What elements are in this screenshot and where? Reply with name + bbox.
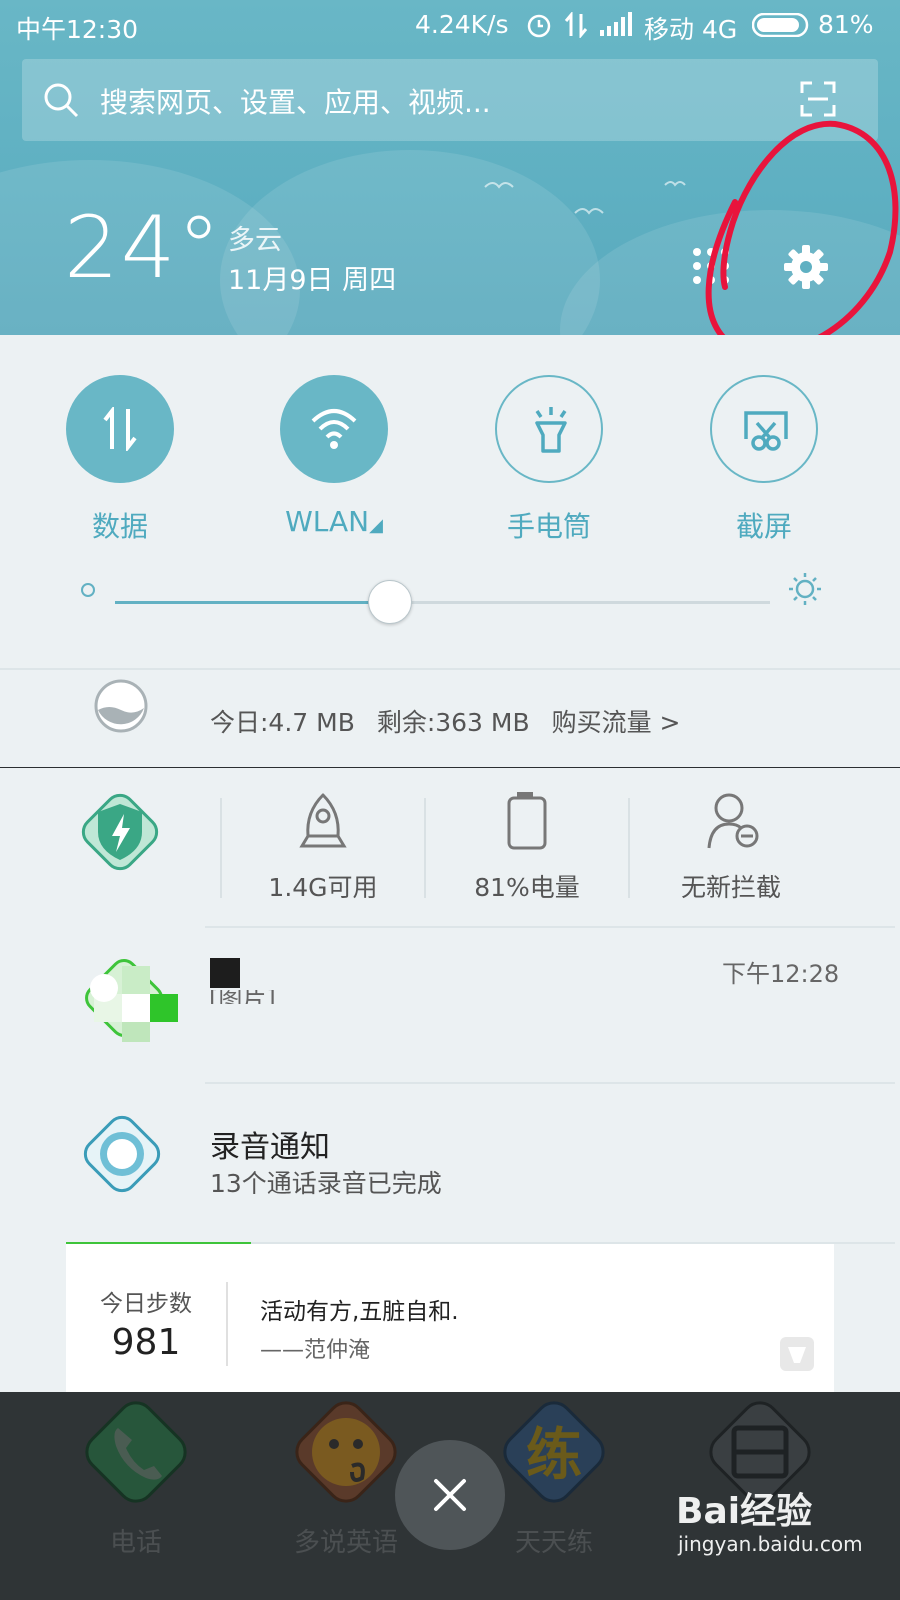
notification-time: 下午12:28 xyxy=(722,960,840,988)
quote-author: ——范仲淹 xyxy=(260,1338,371,1363)
birds-decoration xyxy=(484,181,686,215)
search-icon xyxy=(44,83,79,118)
steps-count: 981 xyxy=(111,1322,181,1363)
toggle-label-data: 数据 xyxy=(91,510,148,543)
steps-card[interactable]: 今日步数 981 活动有方,五脏自和. ——范仲淹 xyxy=(66,1244,834,1392)
screenshot-icon xyxy=(744,411,788,451)
alarm-icon xyxy=(527,14,551,38)
notification-title: 录音通知 xyxy=(210,1130,330,1165)
practice-app-icon[interactable]: 练 xyxy=(484,1392,624,1532)
notification-text: 13个通话录音已完成 xyxy=(210,1169,442,1198)
data-usage-row[interactable]: 今日:4.7 MB 剩余:363 MB 购买流量 > xyxy=(210,703,680,739)
close-panel-button[interactable] xyxy=(395,1440,505,1550)
toggle-label-screenshot: 截屏 xyxy=(735,510,792,543)
battery-percent: 81% xyxy=(818,10,874,39)
battery-level: 81%电量 xyxy=(474,873,580,902)
english-app-icon[interactable] xyxy=(276,1392,416,1532)
search-placeholder: 搜索网页、设置、应用、视频... xyxy=(100,86,491,119)
phone-icon[interactable] xyxy=(66,1392,206,1532)
data-usage-icon xyxy=(94,679,148,733)
brightness-slider-fill xyxy=(115,601,390,604)
notification-text: [图片] xyxy=(209,990,276,1004)
steps-label: 今日步数 xyxy=(100,1291,192,1317)
network-speed: 4.24K/s xyxy=(415,10,509,39)
date-label: 11月9日 周四 xyxy=(228,265,397,296)
toggle-label-wlan[interactable]: WLAN◢ xyxy=(234,505,434,538)
brightness-high-icon xyxy=(789,573,821,605)
redacted-title xyxy=(210,958,240,988)
rocket-icon[interactable] xyxy=(298,792,348,852)
mobile-data-toggle[interactable] xyxy=(66,375,174,483)
block-status: 无新拦截 xyxy=(680,873,781,902)
status-time: 中午12:30 xyxy=(16,15,139,44)
wechat-icon xyxy=(85,959,178,1042)
notification-panel: 1.4G可用 81%电量 无新拦截 [图片] 下午12:28 录音通知 13个通… xyxy=(0,768,900,1392)
svg-text:练: 练 xyxy=(526,1423,582,1488)
wlan-expand-arrow-icon: ◢ xyxy=(369,515,383,536)
wifi-icon xyxy=(311,409,357,449)
dock-label-english: 多说英语 xyxy=(293,1528,398,1558)
brightness-slider-thumb[interactable] xyxy=(368,580,412,624)
watermark-url: jingyan.baidu.com xyxy=(678,1532,863,1556)
toggle-label-flashlight: 手电筒 xyxy=(506,510,591,543)
data-transfer-icon xyxy=(564,12,588,38)
divider xyxy=(226,1282,228,1366)
wlan-label-text: WLAN xyxy=(285,505,370,538)
screenshot-toggle[interactable] xyxy=(710,375,818,483)
status-bar: 中午12:30 4.24K/s 移动 4G 81% xyxy=(0,0,900,50)
battery-icon[interactable] xyxy=(505,790,549,852)
wechat-notification[interactable]: [图片] 下午12:28 xyxy=(0,928,900,1080)
divider xyxy=(424,798,426,898)
data-remaining: 剩余:363 MB xyxy=(376,708,530,737)
divider xyxy=(628,798,630,898)
divider xyxy=(220,798,222,898)
weather-condition: 多云 xyxy=(228,225,282,256)
recorder-icon xyxy=(83,1115,161,1193)
mobile-data-icon xyxy=(103,407,137,451)
flashlight-icon xyxy=(535,407,567,453)
buy-data-link[interactable]: 购买流量 > xyxy=(552,708,681,737)
signal-icon xyxy=(600,12,632,36)
wlan-toggle[interactable] xyxy=(280,375,388,483)
flashlight-toggle[interactable] xyxy=(495,375,603,483)
data-today: 今日:4.7 MB xyxy=(210,708,355,737)
recorder-notification[interactable]: 录音通知 13个通话录音已完成 xyxy=(0,1084,900,1236)
dock-label-practice: 天天练 xyxy=(514,1528,593,1558)
quick-settings-panel: 数据 WLAN◢ 手电筒 截屏 今日:4.7 MB 剩余:363 MB 购买流量… xyxy=(0,335,900,767)
user-block-icon[interactable] xyxy=(705,790,761,852)
baidu-watermark: Bai经验 xyxy=(676,1482,876,1534)
brightness-low-icon xyxy=(81,583,95,597)
annotation-circle xyxy=(705,120,899,355)
security-app-icon[interactable] xyxy=(72,784,168,880)
close-icon xyxy=(434,1479,466,1511)
carrier-label: 移动 4G xyxy=(644,15,738,44)
battery-status-icon xyxy=(752,13,809,37)
watermark-brand: Bai经验 xyxy=(676,1491,813,1532)
quote-text: 活动有方,五脏自和. xyxy=(260,1299,459,1325)
memory-available: 1.4G可用 xyxy=(268,873,378,902)
temperature: 24° xyxy=(64,198,223,298)
dock-label-phone: 电话 xyxy=(109,1528,162,1558)
steps-app-icon xyxy=(780,1337,814,1371)
divider xyxy=(0,668,900,670)
